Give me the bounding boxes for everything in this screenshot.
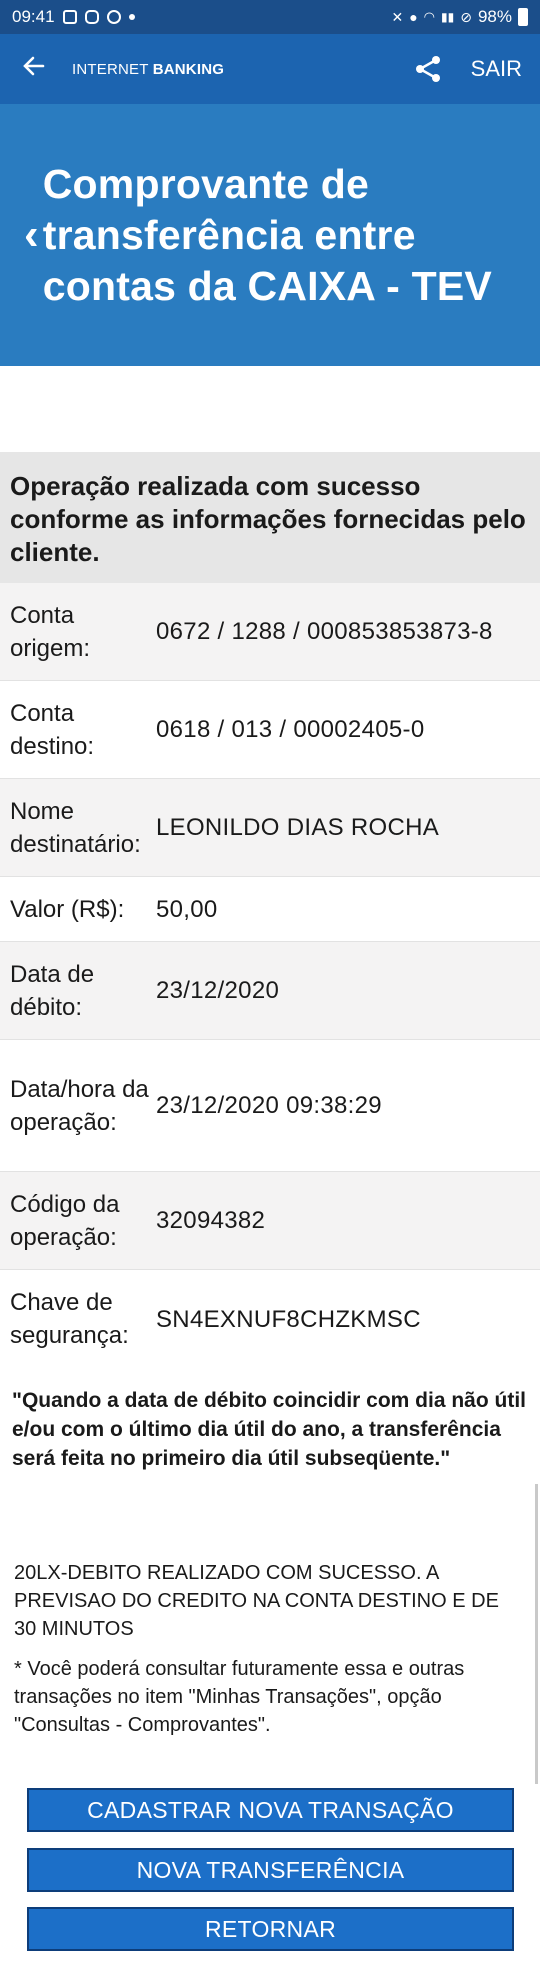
detail-value: 23/12/2020 09:38:29 [156, 1092, 382, 1119]
detail-value: SN4EXNUF8CHZKMSC [156, 1305, 421, 1333]
detail-value: 0618 / 013 / 00002405-0 [156, 716, 425, 743]
app-bar: INTERNET BANKING SAIR [0, 34, 540, 104]
status-bar: 09:41 ✕ ● ◠ ▮▮ ⊘ 98% [0, 0, 540, 34]
status-time: 09:41 [12, 7, 55, 26]
detail-row: Data de débito: 23/12/2020 [0, 942, 540, 1040]
detail-value: 23/12/2020 [156, 977, 280, 1004]
detail-value: 50,00 [156, 895, 218, 923]
success-message: Operação realizada com sucesso conforme … [0, 452, 540, 583]
detail-value: 32094382 [156, 1207, 266, 1234]
detail-label: Conta origem: [10, 601, 91, 662]
detail-row: Código da operação: 32094382 [0, 1172, 540, 1270]
chevron-left-icon[interactable]: ‹ [24, 210, 43, 260]
share-icon[interactable] [413, 54, 443, 84]
detail-value: LEONILDO DIAS ROCHA [156, 814, 440, 841]
back-arrow-icon[interactable] [22, 53, 56, 85]
consult-message: * Você poderá consultar futuramente essa… [14, 1658, 465, 1736]
detail-row: Nome destinatário: LEONILDO DIAS ROCHA [0, 779, 540, 877]
detail-label: Data de débito: [10, 960, 95, 1021]
detail-label: Chave de segurança: [10, 1289, 129, 1349]
detail-row: Chave de segurança: SN4EXNUF8CHZKMSC [0, 1270, 540, 1368]
detail-label: Código da operação: [10, 1190, 120, 1251]
signal-icon: ▮▮ [441, 10, 455, 24]
battery-level: 98% [477, 7, 512, 26]
return-button[interactable]: RETORNAR [27, 1907, 514, 1951]
detail-row: Conta destino: 0618 / 013 / 00002405-0 [0, 681, 540, 779]
location-icon: ● [409, 9, 418, 25]
notification-icon [106, 10, 121, 24]
scrollbar[interactable] [535, 1484, 538, 1784]
more-notifications-icon [128, 14, 135, 20]
dnd-icon: ⊘ [460, 8, 472, 25]
receipt-details: Conta origem: 0672 / 1288 / 000853853873… [0, 583, 540, 1368]
credit-forecast-message: 20LX-DEBITO REALIZADO COM SUCESSO. A PRE… [14, 1562, 499, 1640]
app-brand: INTERNET BANKING [72, 61, 224, 78]
new-transfer-button[interactable]: NOVA TRANSFERÊNCIA [27, 1848, 514, 1892]
battery-icon [518, 8, 528, 26]
detail-label: Valor (R$): [10, 895, 125, 923]
detail-label: Nome destinatário: [10, 797, 141, 858]
detail-row: Conta origem: 0672 / 1288 / 000853853873… [0, 583, 540, 681]
detail-label: Conta destino: [10, 699, 95, 760]
gallery-icon [62, 10, 77, 24]
brand-light: INTERNET [72, 60, 153, 78]
wifi-icon: ◠ [423, 9, 436, 24]
detail-value: 0672 / 1288 / 000853853873-8 [156, 618, 493, 645]
title-band: ‹ Comprovante de transferência entre con… [0, 104, 540, 366]
page-title: Comprovante de transferência entre conta… [42, 160, 492, 309]
debit-date-notice: "Quando a data de débito coincidir com d… [12, 1389, 527, 1470]
detail-row: Valor (R$): 50,00 [0, 877, 540, 942]
mute-icon: ✕ [391, 8, 404, 25]
new-transaction-button[interactable]: CADASTRAR NOVA TRANSAÇÃO [27, 1788, 514, 1832]
instagram-icon [84, 10, 99, 24]
brand-bold: BANKING [152, 60, 225, 78]
detail-label: Data/hora da operação: [10, 1075, 149, 1136]
detail-row: Data/hora da operação: 23/12/2020 09:38:… [0, 1040, 540, 1172]
exit-button[interactable]: SAIR [471, 56, 522, 82]
